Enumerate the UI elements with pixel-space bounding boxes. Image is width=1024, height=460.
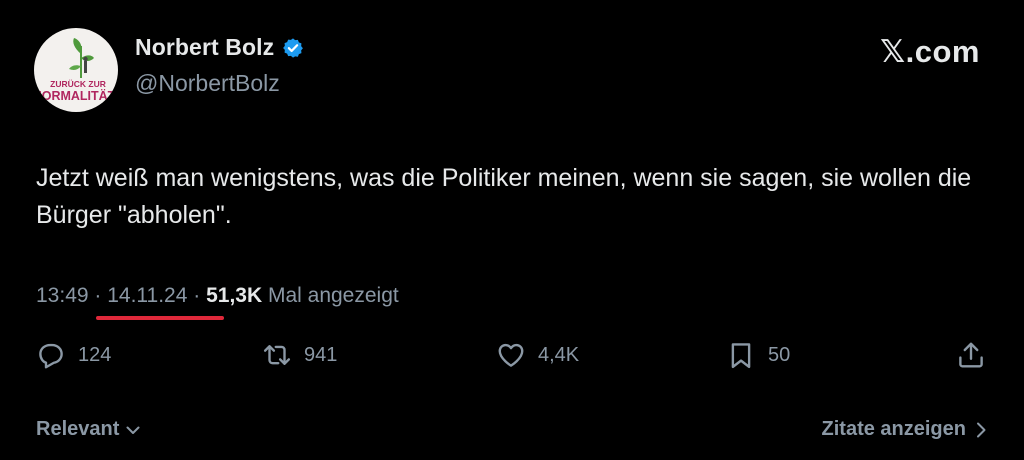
verified-badge-icon [283,37,304,58]
tweet-time[interactable]: 13:49 [36,284,89,308]
sort-replies-dropdown[interactable]: Relevant [36,418,141,441]
view-quotes-label: Zitate anzeigen [821,418,966,440]
avatar[interactable]: ZURÜCK ZUR NORMALITÄT [34,28,118,112]
bookmark-icon [731,343,751,369]
chevron-right-icon [974,421,988,439]
like-button[interactable]: 4,4K [496,340,579,370]
view-count-label: Mal angezeigt [262,284,399,307]
view-quotes-link[interactable]: Zitate anzeigen [822,418,988,441]
bookmark-count: 50 [768,343,791,366]
seedling-icon [69,38,94,78]
chevron-down-icon [125,422,141,438]
share-icon [959,342,983,368]
bookmark-button[interactable]: 50 [726,340,790,370]
x-logo-icon: 𝕏 [880,34,906,70]
meta-separator: · [88,284,108,307]
view-count: 51,3K [206,284,263,307]
x-com-logo: 𝕏 .com [880,34,980,70]
tweet-text: Jetzt weiß man wenigstens, was die Polit… [36,164,972,229]
share-button[interactable] [956,340,986,370]
date-highlight-underline [96,316,224,320]
reply-count: 124 [78,343,112,366]
tweet-actions: 124 941 4,4K 50 [36,340,988,376]
repost-count: 941 [304,343,338,366]
author-display-name[interactable]: Norbert Bolz [135,34,274,61]
repost-icon [263,345,291,365]
meta-separator: · [187,284,207,307]
like-count: 4,4K [538,343,580,366]
sort-label: Relevant [36,418,120,440]
author-name-row: Norbert Bolz [135,34,304,61]
x-com-suffix: .com [905,34,980,69]
repost-button[interactable]: 941 [262,340,337,370]
tweet-meta: 13:49 · 14.11.24 · 51,3K Mal angezeigt [36,284,399,308]
avatar-text-line2: NORMALITÄT [34,88,116,103]
author-handle[interactable]: @NorbertBolz [135,70,280,97]
reply-button[interactable]: 124 [36,340,111,370]
tweet-date[interactable]: 14.11.24 [107,284,187,308]
avatar-text-line1: ZURÜCK ZUR [50,79,106,89]
reply-icon [39,343,63,369]
heart-icon [498,343,524,367]
